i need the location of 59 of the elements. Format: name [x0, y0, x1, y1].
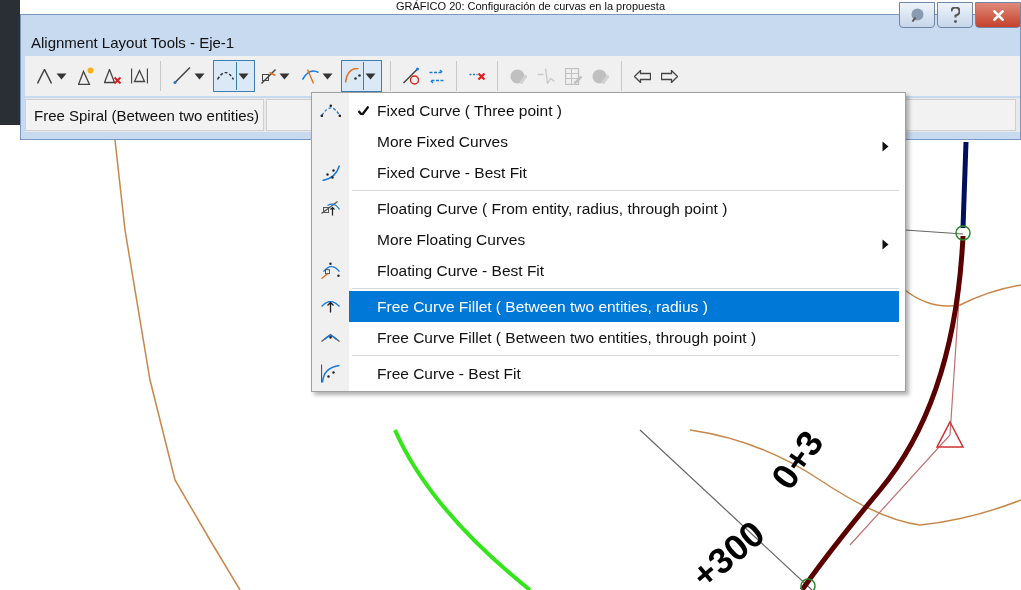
submenu-arrow-icon — [882, 239, 889, 250]
node-marker — [800, 578, 816, 590]
menu-item[interactable]: Fixed Curve - Best Fit — [349, 157, 899, 188]
line-icon — [173, 67, 191, 85]
menu-item[interactable]: More Floating Curves — [349, 224, 899, 255]
arc-square-icon — [321, 201, 340, 216]
triangle-marker — [935, 420, 965, 448]
toolbar-button[interactable] — [212, 60, 255, 92]
pin-button[interactable] — [899, 2, 935, 28]
line-circle-icon — [402, 67, 420, 85]
menu-item[interactable]: Floating Curve ( From entity, radius, through point ) — [349, 193, 899, 224]
caret-icon — [279, 72, 290, 80]
delete-icon — [469, 72, 486, 80]
caret-icon — [322, 72, 333, 80]
help-button[interactable] — [937, 2, 973, 28]
corner-arc-icon — [321, 364, 340, 383]
fillet-arc-icon — [344, 68, 361, 84]
close-icon — [992, 9, 1004, 21]
station-label: 0+3 — [762, 423, 832, 497]
pin-icon — [910, 8, 924, 22]
command-prompt: Free Spiral (Between two entities) — [25, 99, 265, 131]
caret-icon — [365, 72, 377, 80]
cursor-icon — [537, 68, 556, 84]
reverse-arrows-icon — [429, 68, 445, 84]
right-arrow-icon — [661, 69, 679, 83]
caret-icon — [55, 72, 67, 80]
menu-item[interactable]: Fixed Curve ( Three point ) — [349, 95, 899, 126]
menu-item[interactable]: More Fixed Curves — [349, 126, 899, 157]
help-icon — [950, 6, 960, 24]
arc-arrow-icon — [321, 300, 340, 313]
menu-item[interactable]: Free Curve - Best Fit — [349, 358, 899, 389]
submenu-arrow-icon — [882, 141, 889, 152]
station-label: +300 — [683, 512, 773, 590]
dashed-arc-icon — [216, 72, 234, 80]
table-edit-icon — [565, 67, 583, 85]
circle-pencil-icon — [592, 68, 610, 84]
triangle-star-icon — [78, 67, 94, 85]
tangent-line — [904, 229, 964, 235]
caret-icon — [238, 72, 249, 80]
spiral-icon — [301, 68, 319, 84]
arc-angle-icon — [321, 333, 340, 342]
caret-icon — [194, 72, 205, 80]
triangle-delete-icon — [104, 68, 121, 84]
figure-caption: GRÁFICO 20: Configuración de curvas en la propuesta — [396, 0, 665, 13]
menu-item[interactable]: Floating Curve - Best Fit — [349, 255, 899, 286]
menu-item[interactable]: Free Curve Fillet ( Between two entities, radius ) — [349, 291, 899, 322]
arc-points-icon — [321, 164, 340, 181]
toolbar-button[interactable] — [340, 60, 382, 92]
left-arrow-icon — [634, 69, 652, 83]
circle-pencil-icon — [510, 68, 528, 84]
menu-item[interactable]: Free Curve Fillet ( Between two entities, through point ) — [349, 322, 899, 353]
line-square-icon — [260, 68, 276, 84]
arc-square-icon — [320, 261, 341, 280]
close-button[interactable] — [975, 2, 1021, 28]
angle-icon — [37, 68, 52, 84]
dashed-arc-icon — [319, 103, 342, 118]
bracket-triangle-icon — [131, 68, 148, 84]
node-marker — [955, 225, 971, 241]
window-title: Alignment Layout Tools - Eje-1 — [31, 34, 235, 51]
